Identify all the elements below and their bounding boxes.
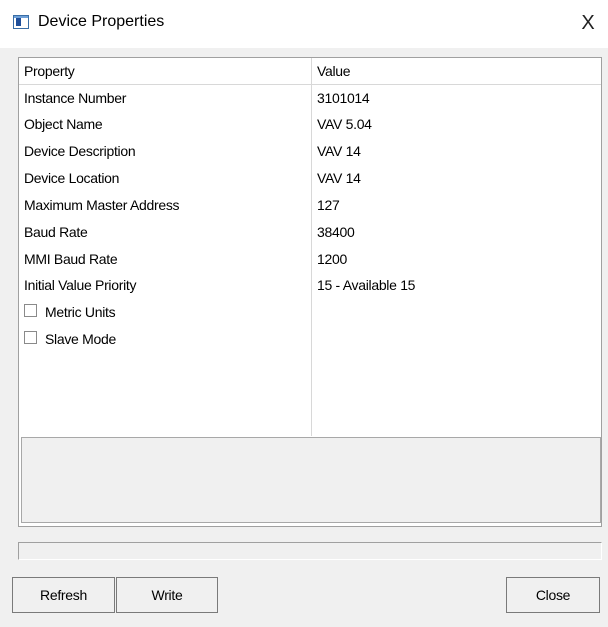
table-row[interactable]: Object Name VAV 5.04 [19, 111, 601, 137]
slave-mode-checkbox[interactable] [24, 331, 37, 344]
table-row[interactable]: MMI Baud Rate 1200 [19, 246, 601, 272]
write-button[interactable]: Write [116, 577, 218, 613]
table-row[interactable]: Device Location VAV 14 [19, 165, 601, 191]
app-window-icon [13, 15, 29, 29]
property-value[interactable]: VAV 5.04 [317, 116, 372, 132]
property-name: Baud Rate [24, 224, 88, 240]
description-panel [21, 437, 601, 523]
table-row[interactable]: Maximum Master Address 127 [19, 192, 601, 218]
header-value[interactable]: Value [317, 63, 351, 79]
property-grid[interactable]: Property Value Instance Number 3101014 O… [18, 57, 602, 527]
property-name: Initial Value Priority [24, 277, 137, 293]
close-button[interactable]: Close [506, 577, 600, 613]
table-row[interactable]: Baud Rate 38400 [19, 219, 601, 245]
property-name: Instance Number [24, 90, 127, 106]
property-name: Device Location [24, 170, 120, 186]
window-title: Device Properties [38, 13, 165, 30]
checkbox-row-slave-mode[interactable]: Slave Mode [19, 326, 601, 352]
property-name: Object Name [24, 116, 103, 132]
grid-header: Property Value [19, 58, 601, 85]
table-row[interactable]: Initial Value Priority 15 - Available 15 [19, 272, 601, 298]
metric-units-label[interactable]: Metric Units [45, 304, 116, 320]
property-value[interactable]: 1200 [317, 251, 347, 267]
close-icon[interactable]: X [574, 8, 602, 38]
property-value[interactable]: 15 - Available 15 [317, 277, 415, 293]
property-value[interactable]: VAV 14 [317, 143, 361, 159]
title-bar: Device Properties X [0, 0, 608, 48]
property-name: Maximum Master Address [24, 197, 180, 213]
property-value[interactable]: 38400 [317, 224, 355, 240]
checkbox-row-metric-units[interactable]: Metric Units [19, 299, 601, 325]
property-name: MMI Baud Rate [24, 251, 118, 267]
slave-mode-label[interactable]: Slave Mode [45, 331, 116, 347]
property-value[interactable]: 127 [317, 197, 340, 213]
property-value[interactable]: 3101014 [317, 90, 370, 106]
status-bar [18, 542, 602, 560]
metric-units-checkbox[interactable] [24, 304, 37, 317]
table-row[interactable]: Device Description VAV 14 [19, 138, 601, 164]
property-value[interactable]: VAV 14 [317, 170, 361, 186]
table-row[interactable]: Instance Number 3101014 [19, 85, 601, 111]
property-name: Device Description [24, 143, 136, 159]
header-property[interactable]: Property [24, 63, 75, 79]
refresh-button[interactable]: Refresh [12, 577, 115, 613]
